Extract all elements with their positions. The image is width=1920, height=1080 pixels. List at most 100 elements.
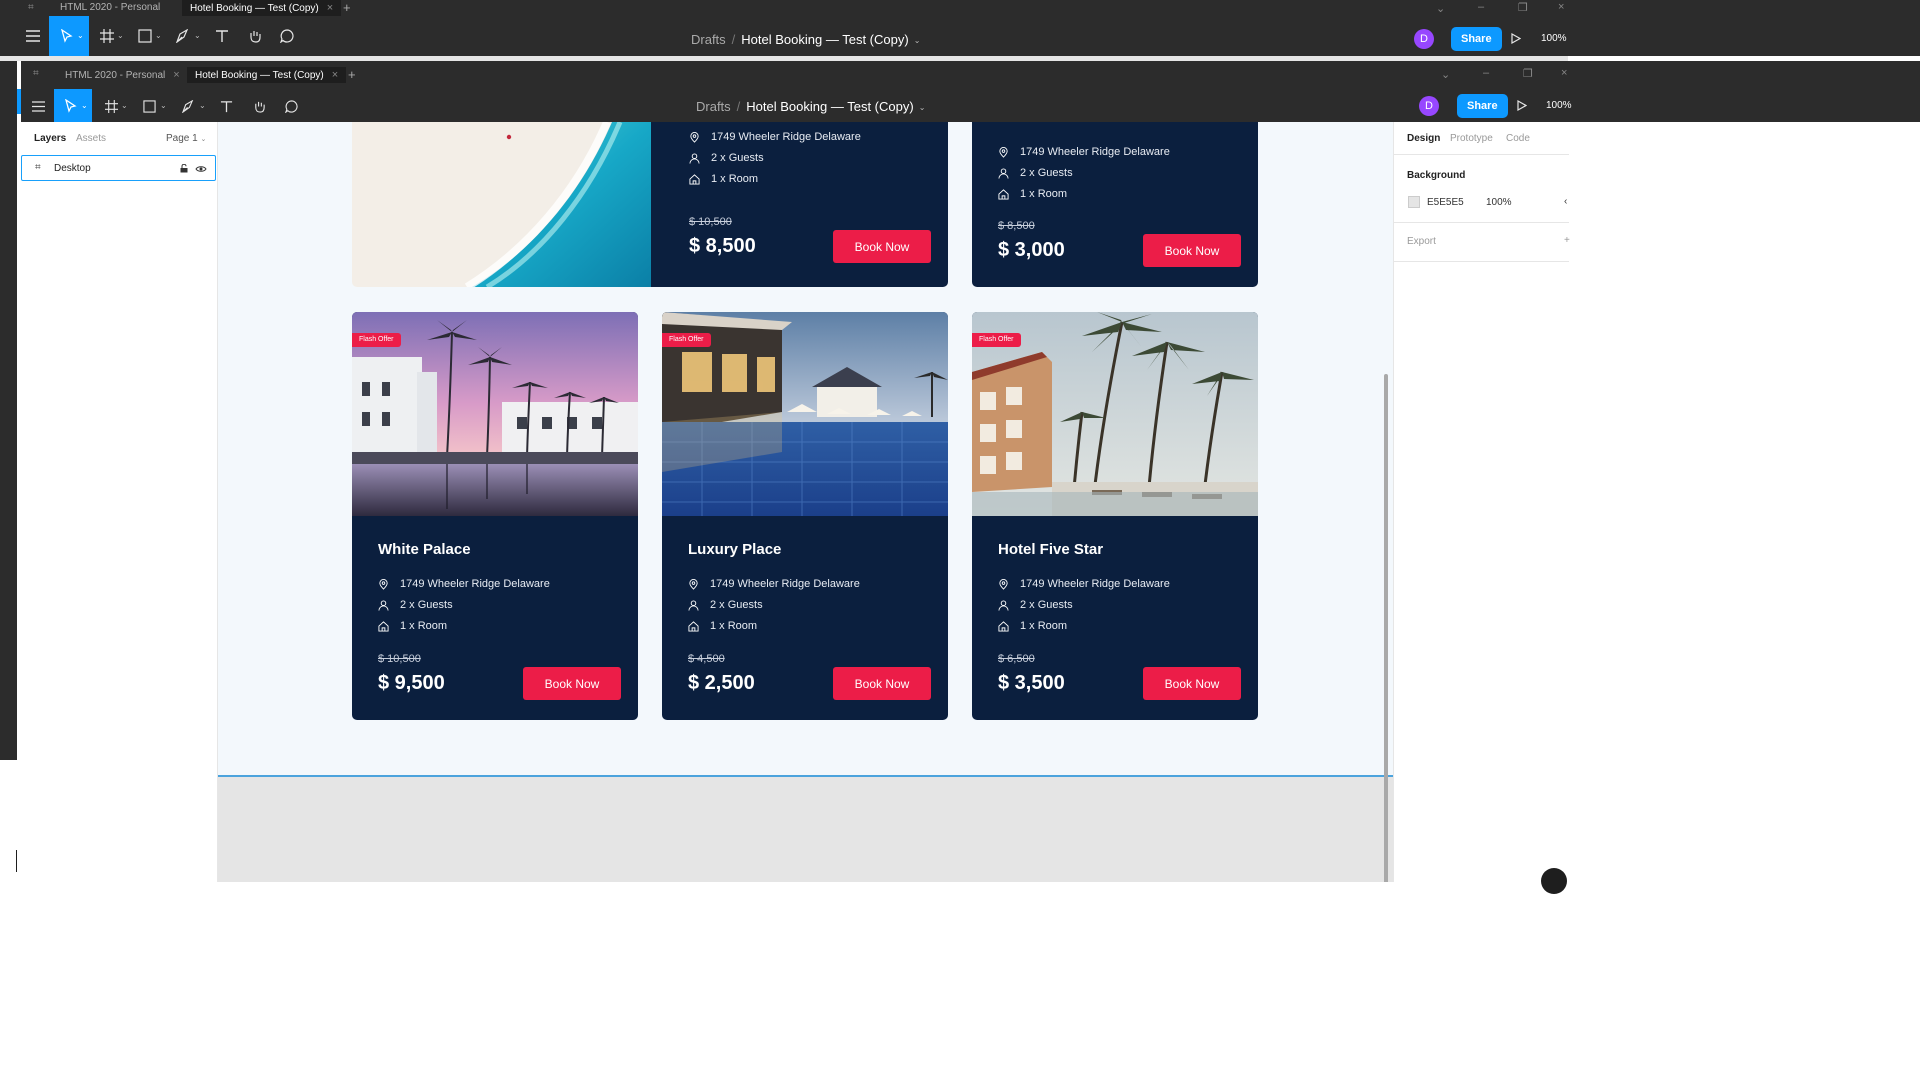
avatar[interactable]: D — [1419, 96, 1439, 116]
breadcrumb-drafts[interactable]: Drafts — [691, 32, 726, 47]
text-tool-icon[interactable] — [210, 24, 234, 48]
pen-tool-icon[interactable] — [171, 24, 195, 48]
chevron-down-icon[interactable]: ⌄ — [919, 103, 926, 112]
canvas-scrollbar[interactable] — [1384, 374, 1388, 882]
close-tab-icon[interactable]: × — [332, 69, 338, 81]
breadcrumb-file[interactable]: Hotel Booking — Test (Copy) — [741, 32, 908, 47]
chevron-down-icon[interactable]: ⌄ — [1441, 68, 1450, 81]
price: $ 3,500 — [998, 672, 1065, 694]
present-icon[interactable] — [1517, 100, 1527, 111]
share-button[interactable]: Share — [1451, 27, 1502, 51]
avatar[interactable]: D — [1414, 29, 1434, 49]
chevron-down-icon[interactable]: ⌄ — [1436, 2, 1445, 15]
desktop-frame[interactable]: 1749 Wheeler Ridge Delaware 2 x Guests 1… — [218, 122, 1393, 777]
chevron-down-icon[interactable]: ⌄ — [77, 31, 84, 40]
canvas[interactable]: 1749 Wheeler Ridge Delaware 2 x Guests 1… — [218, 122, 1393, 882]
close-window-icon[interactable]: × — [1558, 1, 1564, 13]
breadcrumb-drafts[interactable]: Drafts — [696, 99, 731, 114]
home-icon — [688, 620, 699, 632]
add-export-icon[interactable]: + — [1564, 235, 1570, 246]
book-now-button[interactable]: Book Now — [833, 667, 931, 700]
restore-icon[interactable]: ❐ — [1523, 67, 1533, 80]
chevron-down-icon[interactable]: ⌄ — [155, 31, 162, 40]
chevron-down-icon[interactable]: ⌄ — [199, 101, 206, 110]
unlock-icon[interactable] — [180, 164, 188, 173]
pen-tool-icon[interactable] — [176, 94, 200, 118]
share-button[interactable]: Share — [1457, 94, 1508, 118]
hand-tool-icon[interactable] — [243, 24, 267, 48]
address-row: 1749 Wheeler Ridge Delaware — [378, 578, 550, 590]
figma-logo-icon[interactable]: ⌗ — [33, 68, 39, 79]
location-pin-icon — [689, 578, 698, 590]
layer-desktop[interactable]: ⌗ Desktop — [21, 155, 216, 181]
book-now-button[interactable]: Book Now — [523, 667, 621, 700]
breadcrumb-file[interactable]: Hotel Booking — Test (Copy) — [746, 99, 913, 114]
frame-tool-icon[interactable] — [95, 24, 119, 48]
background-swatch[interactable] — [1408, 196, 1420, 208]
page-selector[interactable]: Page 1 ⌄ — [166, 133, 206, 144]
tab-assets[interactable]: Assets — [76, 133, 106, 144]
text-tool-icon[interactable] — [214, 94, 238, 118]
inner-tab-bar: ⌗ HTML 2020 - Personal × Hotel Booking — … — [21, 61, 1920, 89]
new-tab-icon[interactable]: + — [343, 0, 351, 16]
hand-tool-icon[interactable] — [247, 94, 271, 118]
book-now-button[interactable]: Book Now — [1143, 234, 1241, 267]
tab-design[interactable]: Design — [1407, 133, 1440, 144]
figma-logo-icon[interactable]: ⌗ — [28, 2, 34, 13]
tab-code[interactable]: Code — [1506, 133, 1530, 144]
old-price: $ 8,500 — [998, 220, 1035, 232]
old-price: $ 4,500 — [688, 653, 725, 665]
book-now-button[interactable]: Book Now — [1143, 667, 1241, 700]
close-tab-icon[interactable]: × — [173, 69, 179, 81]
address-row: 1749 Wheeler Ridge Delaware — [998, 146, 1170, 158]
inner-tab-html-2020[interactable]: HTML 2020 - Personal × — [57, 67, 188, 83]
book-now-button[interactable]: Book Now — [833, 230, 931, 263]
main-menu-icon[interactable] — [26, 94, 50, 118]
zoom-level[interactable]: 100% — [1541, 33, 1567, 44]
hotel-card-white-palace: Flash Offer White Palace 1749 Wheeler Ri… — [352, 312, 638, 720]
user-icon — [688, 599, 699, 611]
outer-tab-hotel-booking[interactable]: Hotel Booking — Test (Copy) × — [182, 0, 342, 16]
chevron-down-icon[interactable]: ⌄ — [914, 36, 921, 45]
rectangle-tool-icon[interactable] — [137, 94, 161, 118]
help-button[interactable] — [1541, 868, 1567, 894]
close-window-icon[interactable]: × — [1561, 67, 1567, 79]
hotel-card-luxury-place: Flash Offer Luxury Place 1749 Wheeler Ri… — [662, 312, 948, 720]
inner-tab-hotel-booking[interactable]: Hotel Booking — Test (Copy) × — [187, 67, 347, 83]
tab-prototype[interactable]: Prototype — [1450, 133, 1493, 144]
move-tool-button[interactable]: ⌄ — [54, 89, 92, 122]
comment-tool-icon[interactable] — [275, 24, 299, 48]
background-title: Background — [1407, 170, 1466, 181]
present-icon[interactable] — [1511, 33, 1521, 44]
eye-icon[interactable]: ‹ — [1564, 196, 1567, 207]
layer-name: Desktop — [54, 163, 91, 174]
minimize-icon[interactable]: – — [1478, 1, 1484, 13]
breadcrumb: Drafts / Hotel Booking — Test (Copy) ⌄ — [696, 99, 926, 114]
new-tab-icon[interactable]: + — [348, 67, 356, 83]
comment-tool-icon[interactable] — [279, 94, 303, 118]
address-row: 1749 Wheeler Ridge Delaware — [998, 578, 1170, 590]
chevron-down-icon[interactable]: ⌄ — [194, 31, 201, 40]
zoom-level[interactable]: 100% — [1546, 100, 1572, 111]
chevron-down-icon[interactable]: ⌄ — [81, 101, 88, 110]
chevron-down-icon[interactable]: ⌄ — [121, 101, 128, 110]
close-tab-icon[interactable]: × — [327, 2, 333, 14]
main-menu-icon[interactable] — [21, 24, 45, 48]
frame-tool-icon[interactable] — [99, 94, 123, 118]
divider — [1394, 261, 1569, 262]
price: $ 9,500 — [378, 672, 445, 694]
background-hex[interactable]: E5E5E5 — [1427, 197, 1464, 208]
minimize-icon[interactable]: – — [1483, 67, 1489, 79]
restore-icon[interactable]: ❐ — [1518, 1, 1528, 14]
beach-photo — [352, 122, 652, 287]
eye-icon[interactable] — [195, 165, 207, 173]
chevron-down-icon[interactable]: ⌄ — [117, 31, 124, 40]
move-tool-button[interactable]: ⌄ — [49, 16, 89, 56]
tab-layers[interactable]: Layers — [34, 133, 66, 144]
outer-tab-html-2020[interactable]: HTML 2020 - Personal — [52, 0, 168, 16]
rectangle-tool-icon[interactable] — [133, 24, 157, 48]
location-pin-icon — [690, 131, 699, 143]
background-opacity[interactable]: 100% — [1486, 197, 1512, 208]
chevron-down-icon[interactable]: ⌄ — [160, 101, 167, 110]
home-icon — [998, 188, 1009, 200]
